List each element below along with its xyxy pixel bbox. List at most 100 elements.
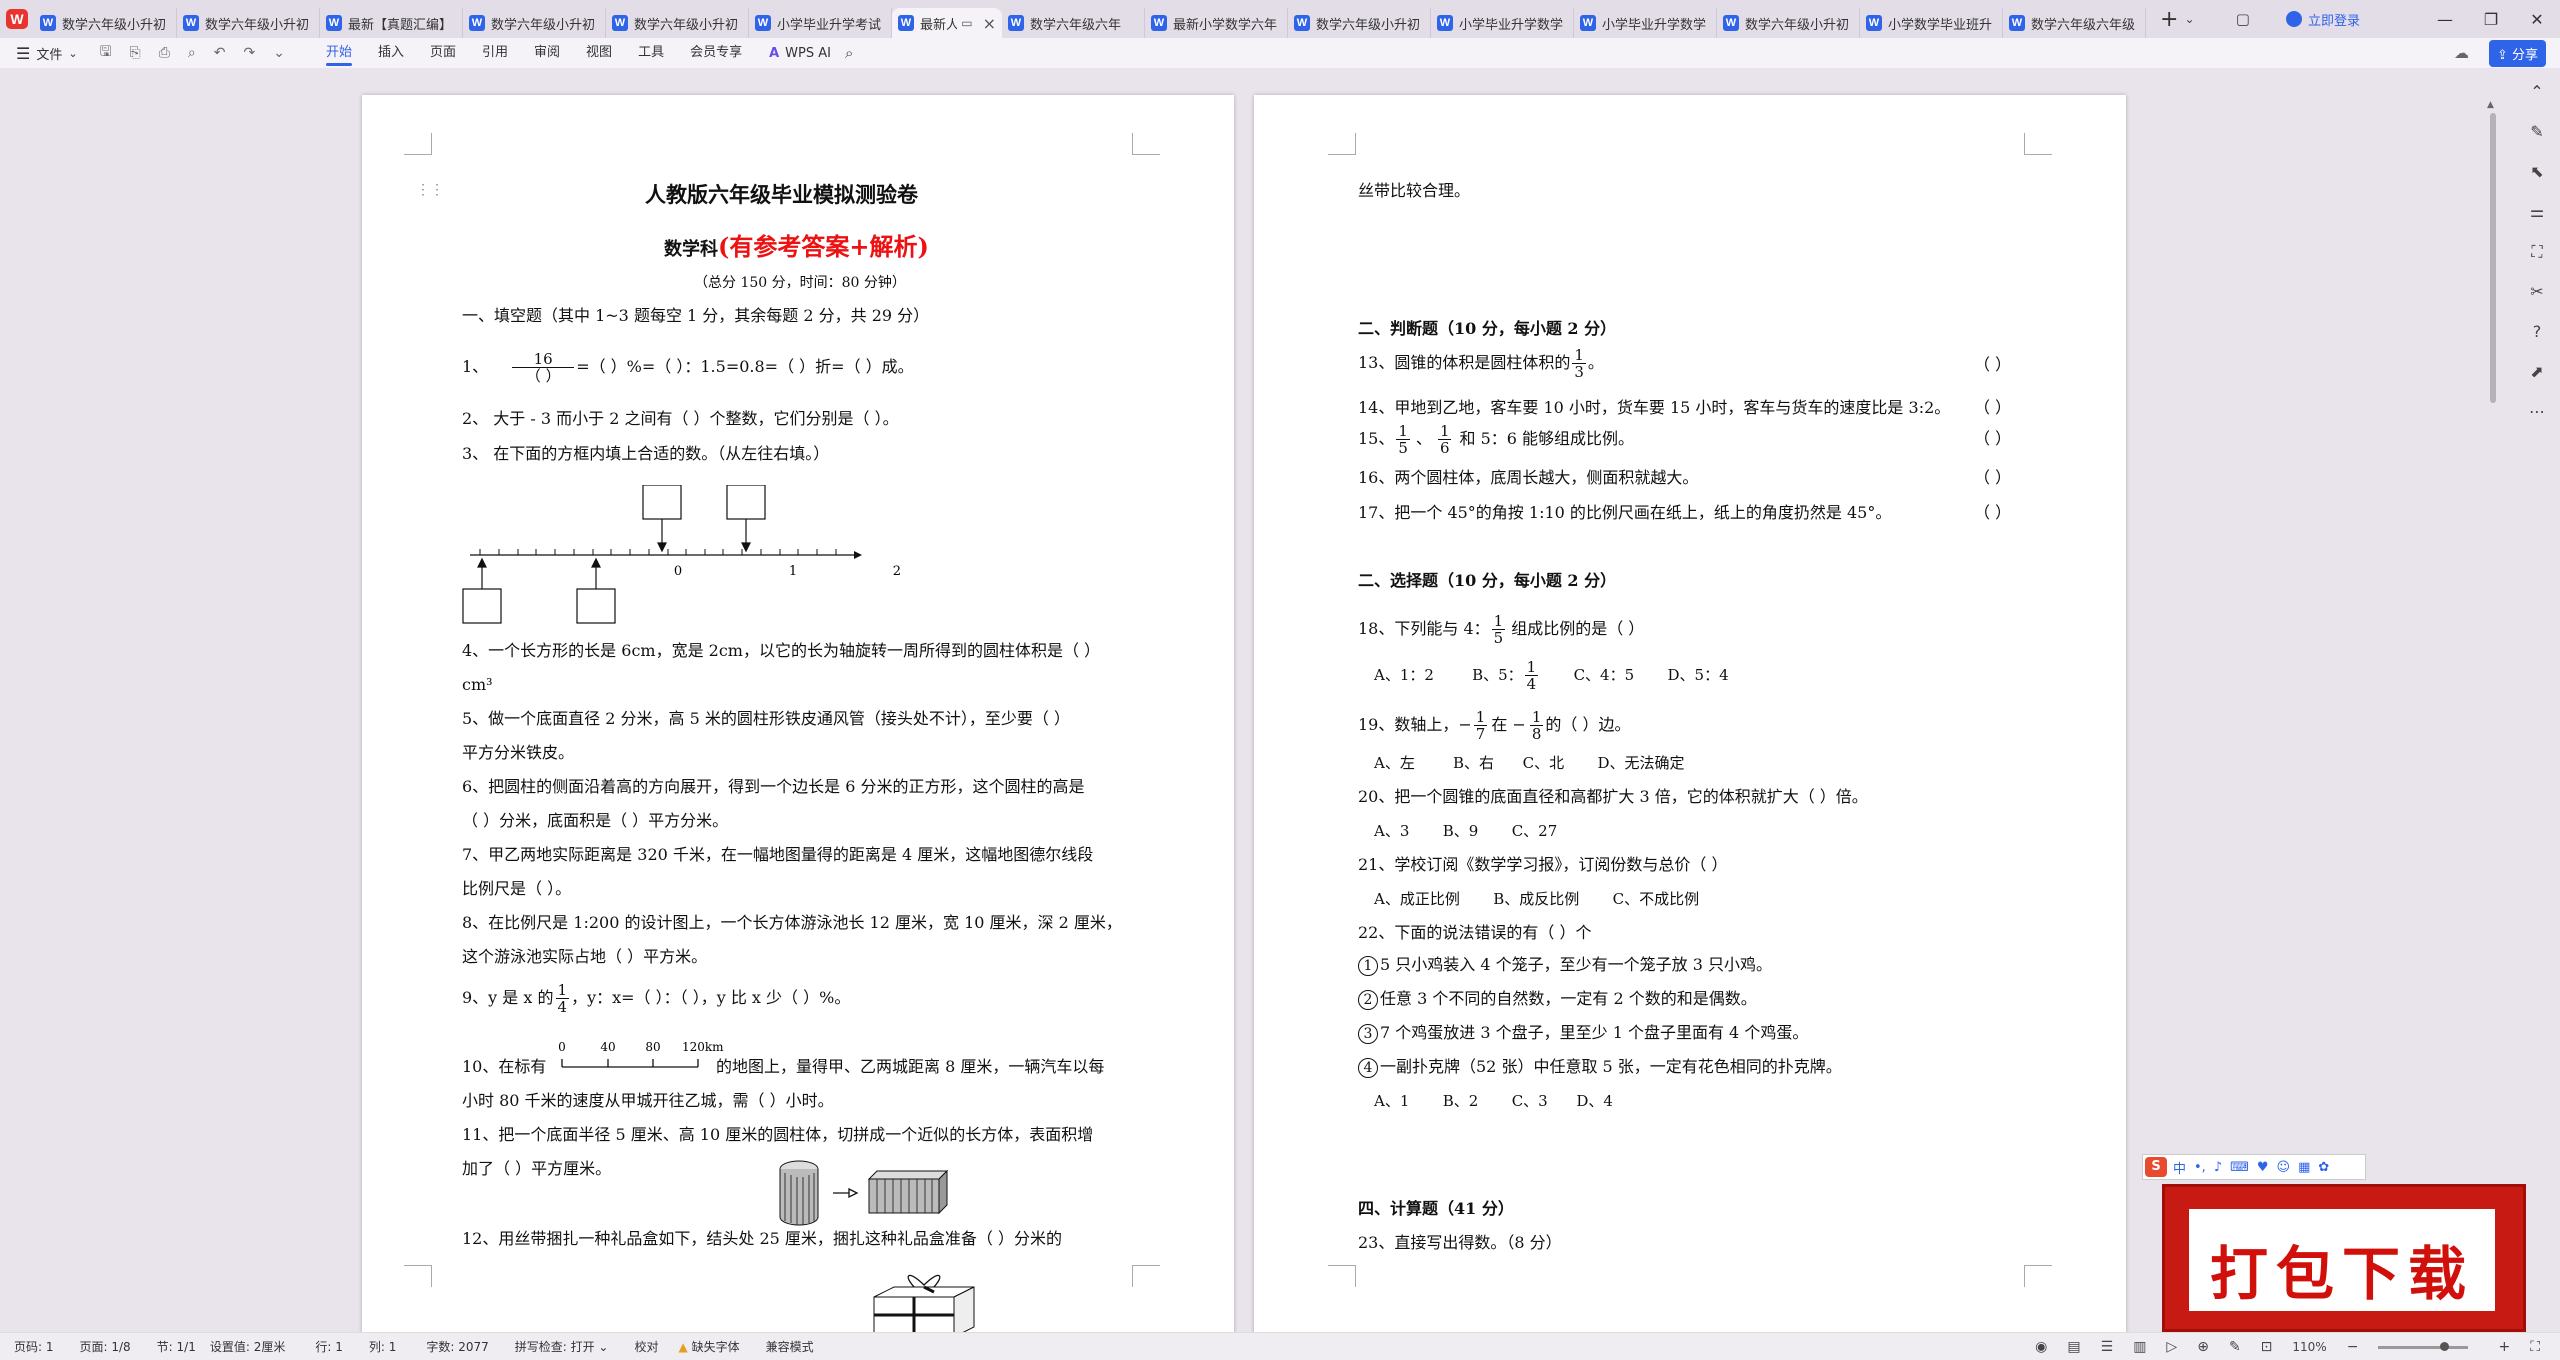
- answer-box[interactable]: [576, 588, 616, 624]
- share-button[interactable]: ⇪ 分享: [2488, 39, 2546, 67]
- web-view-icon[interactable]: ⊕: [2197, 1339, 2209, 1355]
- mic-icon[interactable]: ♪: [2214, 1160, 2222, 1175]
- adjust-icon[interactable]: ⚌: [2530, 192, 2544, 232]
- download-promo-banner[interactable]: 打包下载: [2162, 1184, 2526, 1332]
- ribbon-tab[interactable]: 开始: [325, 38, 352, 68]
- apps-icon[interactable]: ▦: [2298, 1160, 2310, 1175]
- tab-document[interactable]: W 小学数学毕业班升: [1860, 8, 2003, 38]
- ribbon-tab[interactable]: 引用: [482, 38, 508, 68]
- ribbon-tab[interactable]: 视图: [586, 38, 612, 68]
- translate-icon[interactable]: ⛶: [2531, 232, 2542, 272]
- wps-ai-button[interactable]: A WPS AI: [769, 46, 831, 61]
- punctuation-icon[interactable]: •,: [2194, 1160, 2206, 1175]
- print-preview-icon[interactable]: ⌕: [188, 45, 196, 61]
- paragraph-drag-handle-icon[interactable]: ⋮⋮: [416, 183, 444, 197]
- tab-document[interactable]: W 数学六年级小升初: [606, 8, 749, 38]
- status-spell-check[interactable]: 拼写检查: 打开 ⌄: [515, 1338, 609, 1355]
- vertical-scrollbar[interactable]: [2490, 113, 2496, 403]
- exam-title: 人教版六年级毕业模拟测验卷: [645, 182, 918, 207]
- file-menu[interactable]: ☰ 文件 ⌄: [0, 44, 78, 63]
- minimize-icon[interactable]: —: [2422, 10, 2468, 29]
- tab-document[interactable]: W 数学六年级小升初: [1717, 8, 1860, 38]
- question-4-unit: cm³: [462, 675, 493, 694]
- ribbon-tab[interactable]: 插入: [378, 38, 404, 68]
- page-view-icon[interactable]: ▤: [2067, 1339, 2080, 1355]
- status-row[interactable]: 行: 1: [315, 1338, 343, 1355]
- tab-active-document[interactable]: W 最新人教版▭ ×: [892, 8, 1002, 38]
- cloud-sync-icon[interactable]: ☁: [2454, 44, 2469, 62]
- document-workspace[interactable]: ⋮⋮ 人教版六年级毕业模拟测验卷 数学科(有参考答案+解析) （总分 150 分…: [0, 68, 2560, 1332]
- status-proofread[interactable]: 校对: [634, 1338, 658, 1355]
- tab-document[interactable]: W 小学毕业升学数学: [1431, 8, 1574, 38]
- outline-view-icon[interactable]: ☰: [2101, 1339, 2114, 1355]
- restore-icon[interactable]: ❐: [2468, 10, 2514, 29]
- close-tab-icon[interactable]: ×: [983, 14, 996, 33]
- window-layout-icon[interactable]: ▢: [2236, 10, 2250, 28]
- answer-box[interactable]: [726, 485, 766, 520]
- search-icon[interactable]: ⌕: [845, 44, 853, 62]
- tab-document[interactable]: W 数学六年级六年: [1002, 8, 1145, 38]
- zoom-out-icon[interactable]: −: [2347, 1339, 2359, 1355]
- pen-icon[interactable]: ✎: [2530, 112, 2543, 152]
- keyboard-icon[interactable]: ⌨: [2230, 1160, 2249, 1175]
- status-column[interactable]: 列: 1: [369, 1338, 397, 1355]
- redo-icon[interactable]: ↷: [244, 45, 256, 61]
- skin-icon[interactable]: ♥: [2257, 1160, 2269, 1175]
- tab-document[interactable]: W 数学六年级小升初: [1288, 8, 1431, 38]
- fullscreen-icon[interactable]: ⛶: [2530, 1339, 2540, 1355]
- scroll-up-icon[interactable]: ▲: [2487, 100, 2494, 110]
- ribbon-tab[interactable]: 会员专享: [690, 38, 742, 68]
- zoom-in-icon[interactable]: +: [2498, 1339, 2510, 1355]
- status-section[interactable]: 节: 1/1: [157, 1338, 196, 1355]
- document-page-1[interactable]: ⋮⋮ 人教版六年级毕业模拟测验卷 数学科(有参考答案+解析) （总分 150 分…: [362, 95, 1234, 1332]
- status-pages[interactable]: 页面: 1/8: [80, 1338, 131, 1355]
- login-button[interactable]: 立即登录: [2285, 10, 2360, 29]
- status-missing-font[interactable]: ▲ 缺失字体: [679, 1338, 740, 1355]
- play-icon[interactable]: ▷: [2166, 1339, 2177, 1355]
- select-icon[interactable]: ⬉: [2530, 152, 2543, 192]
- ribbon-tab[interactable]: 工具: [638, 38, 664, 68]
- chevron-up-icon[interactable]: ⌃: [2530, 72, 2543, 112]
- eye-protection-icon[interactable]: ◉: [2035, 1339, 2047, 1355]
- tab-document[interactable]: W 数学六年级小升初: [463, 8, 606, 38]
- zoom-slider[interactable]: [2378, 1341, 2469, 1351]
- export-pdf-icon[interactable]: ⎘: [130, 45, 141, 61]
- more-icon[interactable]: ⋯: [2529, 392, 2545, 432]
- tab-document[interactable]: W 小学毕业升学数学: [1574, 8, 1717, 38]
- status-page-number[interactable]: 页码: 1: [14, 1338, 54, 1355]
- answer-box[interactable]: [462, 588, 502, 624]
- document-page-2[interactable]: 丝带比较合理。 二、判断题（10 分，每小题 2 分） 13、圆锥的体积是圆柱体…: [1254, 95, 2126, 1332]
- tab-document[interactable]: W 最新【真题汇编】: [320, 8, 463, 38]
- close-icon[interactable]: ✕: [2514, 10, 2560, 29]
- tab-document[interactable]: W 最新小学数学六年: [1145, 8, 1288, 38]
- undo-icon[interactable]: ↶: [214, 45, 226, 61]
- wps-writer-icon: W: [326, 15, 342, 31]
- ime-mode[interactable]: 中: [2173, 1158, 2186, 1177]
- answer-box[interactable]: [642, 485, 682, 520]
- tab-document[interactable]: W 小学毕业升学考试: [749, 8, 892, 38]
- tab-document[interactable]: W 数学六年级小升初: [177, 8, 320, 38]
- tab-document[interactable]: W 数学六年级六年级: [2003, 8, 2146, 38]
- ribbon-tab[interactable]: 审阅: [534, 38, 560, 68]
- tab-document[interactable]: W 数学六年级小升初: [34, 8, 177, 38]
- q19-mid: 在 −: [1491, 715, 1526, 734]
- zoom-level[interactable]: 110%: [2292, 1340, 2326, 1354]
- new-tab-icon[interactable]: +: [2160, 7, 2178, 32]
- fit-page-icon[interactable]: ⊡: [2261, 1339, 2273, 1355]
- edit-icon[interactable]: ✎: [2229, 1339, 2241, 1355]
- tools-icon[interactable]: ✂: [2530, 272, 2543, 312]
- emoji-icon[interactable]: ☺: [2277, 1160, 2291, 1175]
- status-setting[interactable]: 设置值: 2厘米: [210, 1338, 286, 1355]
- read-mode-icon[interactable]: ▥: [2133, 1339, 2146, 1355]
- status-word-count[interactable]: 字数: 2077: [426, 1338, 488, 1355]
- wps-logo-icon[interactable]: W: [0, 0, 34, 38]
- share-icon[interactable]: ⬈: [2530, 352, 2543, 392]
- settings-icon[interactable]: ✿: [2318, 1160, 2329, 1175]
- print-icon[interactable]: ⎙: [159, 45, 170, 61]
- more-chevron-icon[interactable]: ⌄: [273, 45, 285, 61]
- help-icon[interactable]: ?: [2533, 312, 2542, 352]
- tab-list-chevron-icon[interactable]: ⌄: [2184, 12, 2194, 26]
- save-icon[interactable]: 🖫: [100, 41, 112, 65]
- ime-toolbar[interactable]: S 中 •, ♪ ⌨ ♥ ☺ ▦ ✿: [2142, 1154, 2366, 1180]
- ribbon-tab[interactable]: 页面: [430, 38, 456, 68]
